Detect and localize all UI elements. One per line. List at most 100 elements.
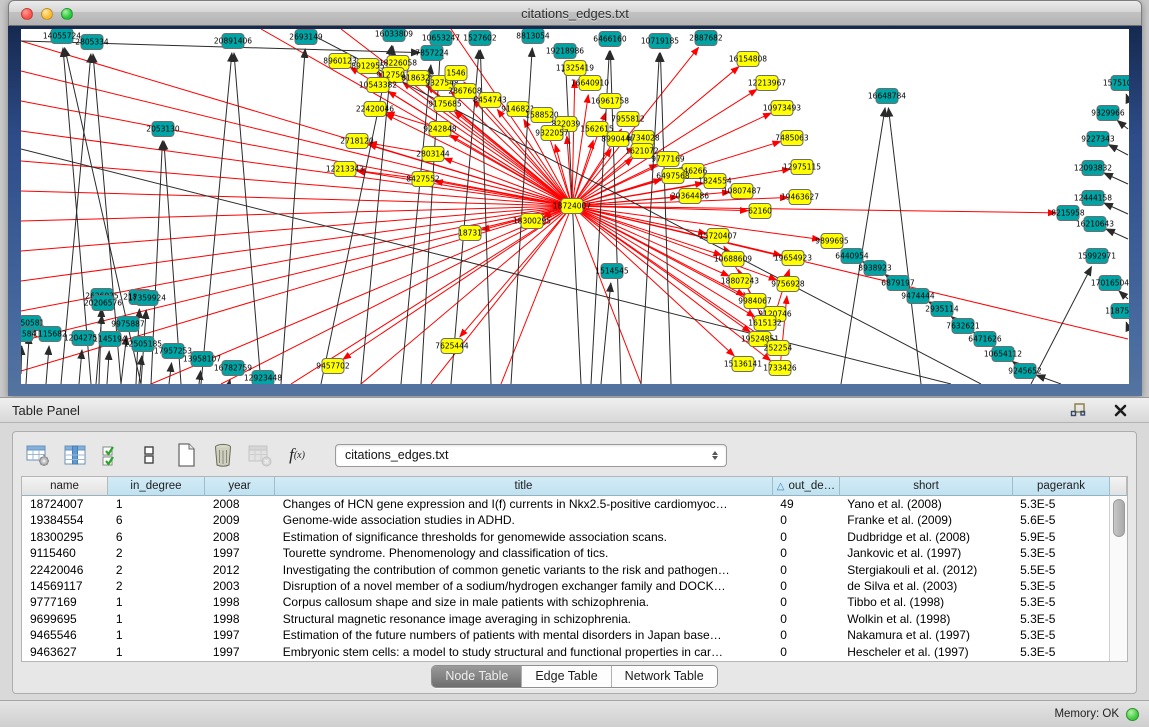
network-node[interactable]: 10719185 [641, 34, 679, 49]
citation-edge-red[interactable] [444, 158, 572, 206]
window-titlebar[interactable]: citations_edges.txt [8, 0, 1142, 26]
network-node[interactable]: 18300295 [513, 214, 551, 229]
cell-pagerank[interactable]: 5.5E-5 [1012, 562, 1109, 578]
cell-out_de[interactable]: 0 [772, 512, 839, 528]
cell-in_degree[interactable]: 2 [108, 562, 205, 578]
citation-edge-black[interactable] [1126, 322, 1128, 327]
cell-title[interactable]: Estimation of significance thresholds fo… [275, 529, 773, 545]
scrollbar-thumb[interactable] [1113, 499, 1125, 537]
network-node[interactable]: 16033809 [375, 29, 413, 42]
cell-short[interactable]: Franke et al. (2009) [839, 512, 1012, 528]
close-window-button[interactable] [21, 8, 33, 20]
network-node[interactable]: 19654923 [774, 251, 812, 266]
network-node[interactable]: 9227343 [1081, 132, 1115, 147]
column-header-name[interactable]: name [22, 477, 108, 496]
cell-year[interactable]: 1997 [205, 627, 275, 643]
network-node[interactable]: 10973493 [763, 101, 801, 116]
cell-pagerank[interactable]: 5.3E-5 [1012, 594, 1109, 610]
network-node[interactable]: 12213343 [326, 162, 364, 177]
network-canvas[interactable]: 1872400718300295896012389129551822605891… [21, 29, 1129, 384]
citation-edge-black[interactable] [26, 335, 29, 384]
network-node[interactable]: 9242848 [423, 122, 457, 137]
citation-edge-black[interactable] [281, 49, 305, 384]
network-node[interactable]: 7485063 [775, 131, 809, 146]
zoom-window-button[interactable] [61, 8, 73, 20]
citation-edge-black[interactable] [1119, 291, 1128, 299]
column-header-in_degree[interactable]: in_degree [108, 477, 205, 496]
tab-node-table[interactable]: Node Table [432, 666, 522, 687]
citation-edge-black[interactable] [401, 65, 431, 384]
network-node[interactable]: 1546 [445, 66, 467, 81]
cell-short[interactable]: Yano et al. (2008) [839, 496, 1012, 512]
citation-edge-black[interactable] [107, 351, 109, 384]
network-node[interactable]: 9329966 [1091, 106, 1125, 121]
select-rows-icon[interactable] [99, 442, 125, 468]
network-node[interactable]: 12975115 [783, 160, 821, 175]
network-node[interactable]: 20206576 [84, 296, 122, 311]
network-node[interactable]: 8938923 [858, 261, 892, 276]
cell-year[interactable]: 2008 [205, 496, 275, 512]
network-node[interactable]: 2803144 [416, 147, 450, 162]
table-settings-icon[interactable] [25, 442, 51, 468]
citation-edge-black[interactable] [321, 46, 392, 384]
network-node[interactable]: 19463627 [781, 190, 819, 205]
citation-edge-black[interactable] [888, 108, 921, 384]
show-column-icon[interactable] [62, 442, 88, 468]
network-node[interactable]: 9474444 [901, 289, 935, 304]
network-node[interactable]: 15136141 [724, 357, 762, 372]
network-node[interactable]: 16640910 [571, 76, 609, 91]
float-panel-icon[interactable] [1065, 397, 1091, 423]
cell-name[interactable]: 9777169 [22, 594, 108, 610]
cell-in_degree[interactable]: 6 [108, 529, 205, 545]
network-node[interactable]: 1187533 [1105, 304, 1129, 319]
column-header-short[interactable]: short [840, 477, 1013, 496]
cell-out_de[interactable]: 49 [772, 496, 839, 512]
network-node[interactable]: 9899695 [815, 234, 849, 249]
network-node[interactable]: 10653247 [422, 31, 460, 46]
minimize-window-button[interactable] [41, 8, 53, 20]
cell-in_degree[interactable]: 2 [108, 545, 205, 561]
cell-year[interactable]: 2003 [205, 578, 275, 594]
cell-pagerank[interactable]: 5.3E-5 [1012, 627, 1109, 643]
cell-short[interactable]: de Silva et al. (2003) [839, 578, 1012, 594]
table-row[interactable]: 911546021997Tourette syndrome. Phenomeno… [22, 545, 1109, 561]
cell-name[interactable]: 9463627 [22, 644, 108, 660]
citation-edge-black[interactable] [361, 46, 393, 384]
citation-edge-red[interactable] [501, 206, 572, 384]
cell-out_de[interactable]: 0 [772, 545, 839, 561]
column-header-title[interactable]: title [275, 477, 773, 496]
cell-short[interactable]: Hescheler et al. (1997) [839, 644, 1012, 660]
cell-in_degree[interactable]: 1 [108, 644, 205, 660]
network-node[interactable]: 62160 [748, 204, 772, 219]
cell-name[interactable]: 14569117 [22, 578, 108, 594]
network-node[interactable]: 8813054 [516, 29, 550, 44]
cell-year[interactable]: 2012 [205, 562, 275, 578]
network-node[interactable]: 7625444 [435, 339, 469, 354]
cell-short[interactable]: Stergiakouli et al. (2012) [839, 562, 1012, 578]
network-node[interactable]: 17016504 [1091, 276, 1129, 291]
cell-out_de[interactable]: 0 [772, 611, 839, 627]
table-row[interactable]: 969969511998Structural magnetic resonanc… [22, 611, 1109, 627]
network-node[interactable]: 15992971 [1078, 249, 1116, 264]
network-node[interactable]: 16154808 [729, 52, 767, 67]
network-node[interactable]: 7955812 [611, 112, 645, 127]
network-node[interactable]: 2053130 [146, 122, 180, 137]
cell-out_de[interactable]: 0 [772, 594, 839, 610]
network-node[interactable]: 1115682 [33, 327, 67, 342]
table-row[interactable]: 977716911998Corpus callosum shape and si… [22, 594, 1109, 610]
citation-edge-black[interactable] [641, 53, 659, 384]
cell-out_de[interactable]: 0 [772, 562, 839, 578]
citation-edge-black[interactable] [169, 363, 172, 384]
cell-title[interactable]: Embryonic stem cells: a model to study s… [275, 644, 773, 660]
cell-out_de[interactable]: 0 [772, 578, 839, 594]
citation-network-graph[interactable]: 1872400718300295896012389129551822605891… [21, 29, 1129, 384]
citation-edge-black[interactable] [21, 346, 22, 374]
row-height-icon[interactable] [136, 442, 162, 468]
network-node[interactable]: 12923448 [244, 371, 282, 385]
network-node[interactable]: 2887682 [689, 31, 723, 46]
citation-edge-black[interactable] [1104, 173, 1128, 184]
citation-edge-black[interactable] [79, 350, 82, 384]
network-node[interactable]: 12213967 [748, 76, 786, 91]
table-row[interactable]: 946362711997Embryonic stem cells: a mode… [22, 644, 1109, 660]
citation-edge-black[interactable] [1036, 375, 1061, 384]
